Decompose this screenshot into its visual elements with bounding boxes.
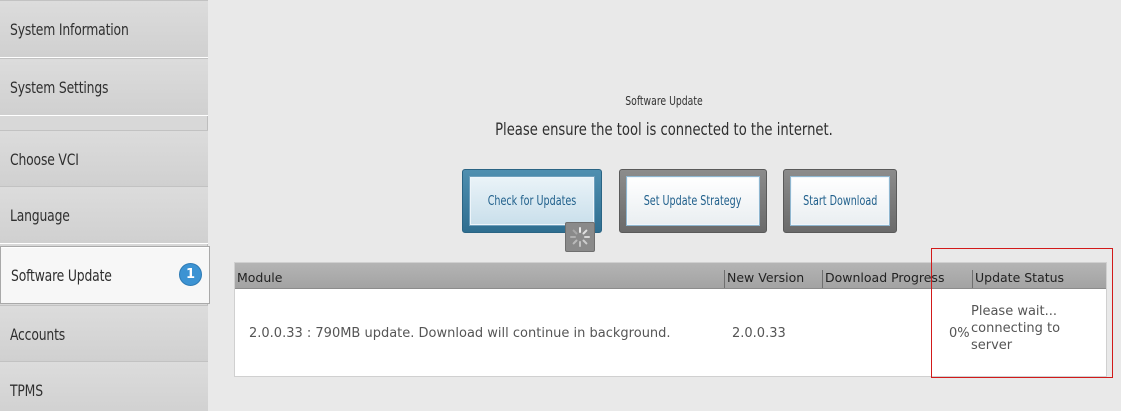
sidebar-item-choose-vci[interactable]: Choose VCI [0, 130, 208, 188]
set-update-strategy-label: Set Update Strategy [644, 193, 742, 209]
start-download-label: Start Download [802, 193, 878, 209]
sidebar-item-label: System Information [10, 19, 129, 39]
sidebar-item-label: Language [10, 205, 70, 225]
sidebar-item-accounts[interactable]: Accounts [0, 305, 208, 363]
notification-badge: 1 [179, 263, 202, 286]
sidebar-item-tpms[interactable]: TPMS [0, 361, 208, 411]
column-header-module[interactable]: Module [235, 270, 725, 288]
start-download-button[interactable]: Start Download [790, 176, 890, 226]
sidebar-item-label: Software Update [11, 265, 112, 285]
set-update-strategy-button-frame: Set Update Strategy [619, 169, 767, 233]
sidebar-item-label: Choose VCI [10, 149, 79, 169]
sidebar-item-label: Accounts [10, 324, 66, 344]
check-for-updates-button[interactable]: Check for Updates [469, 176, 595, 226]
check-for-updates-label: Check for Updates [487, 193, 577, 209]
loading-spinner-icon [565, 222, 595, 252]
sidebar-item-language[interactable]: Language [0, 186, 208, 244]
sidebar-item-label: TPMS [10, 380, 43, 400]
highlight-annotation-box [931, 248, 1113, 378]
version-cell: 2.0.0.33 [732, 326, 786, 341]
sidebar: System Information System Settings Choos… [0, 0, 210, 411]
sidebar-item-system-information[interactable]: System Information [0, 0, 208, 58]
column-header-new-version[interactable]: New Version [725, 270, 823, 288]
connection-notice: Please ensure the tool is connected to t… [495, 120, 833, 140]
main-panel: Software Update Please ensure the tool i… [214, 0, 1121, 411]
sidebar-item-label: System Settings [10, 77, 109, 97]
page-title: Software Update [625, 94, 703, 108]
module-cell: 2.0.0.33 : 790MB update. Download will c… [249, 326, 671, 341]
set-update-strategy-button[interactable]: Set Update Strategy [626, 176, 760, 226]
sidebar-item-software-update[interactable]: Software Update 1 [0, 246, 210, 304]
sidebar-item-system-settings[interactable]: System Settings [0, 58, 208, 116]
start-download-button-frame: Start Download [783, 169, 897, 233]
